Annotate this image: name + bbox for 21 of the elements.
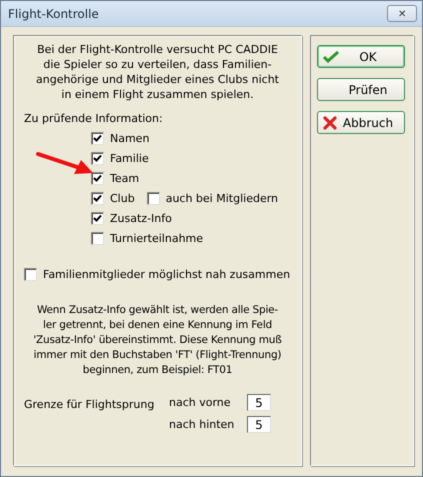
description-text: Bei der Flight-Kontrolle versucht PC CADDIE die Spieler so zu verteilen, dass Familien- angehörige und Mitglieder eines Clubs nicht in einem Flight zusammen spielen. (35, 42, 280, 102)
checkbox-label[interactable]: Familie (110, 152, 149, 165)
check-button[interactable]: Prüfen (317, 78, 405, 101)
field-label: nach vorne (169, 396, 232, 409)
window-title: Flight-Kontrolle (8, 6, 99, 20)
number-field[interactable]: 5 (247, 416, 271, 433)
note-text: Wenn Zusatz-Info gewählt ist, werden alle Spie- ler getrennt, bei denen eine Kennung im Feld 'Zusatz-Info' übereinstimmt. Diese Kennung muß immer mit den Buchstaben 'FT' (Flight-Trennung) beginnen, zum Beispiel: FT01 (32, 303, 283, 378)
close-button[interactable]: ✕ (387, 5, 417, 22)
ok-button[interactable]: OK (317, 45, 405, 68)
checkbox-label[interactable]: Zusatz-Info (110, 212, 172, 225)
number-field[interactable]: 5 (247, 394, 271, 411)
cancel-button[interactable]: Abbruch (317, 111, 405, 134)
checkbox-label[interactable]: Club (110, 192, 135, 205)
field-label: nach hinten (169, 418, 236, 431)
checkbox-label[interactable]: Team (110, 172, 140, 185)
section-label: Zu prüfende Information: (24, 112, 164, 125)
checkbox-label[interactable]: Turnierteilnahme (110, 232, 204, 245)
checkbox-label[interactable]: Familienmitglieder möglichst nah zusammen (43, 268, 290, 281)
checkbox-label[interactable]: auch bei Mitgliedern (166, 192, 278, 205)
limit-label: Grenze für Flightsprung (24, 397, 156, 413)
checkbox-label[interactable]: Namen (110, 132, 150, 145)
